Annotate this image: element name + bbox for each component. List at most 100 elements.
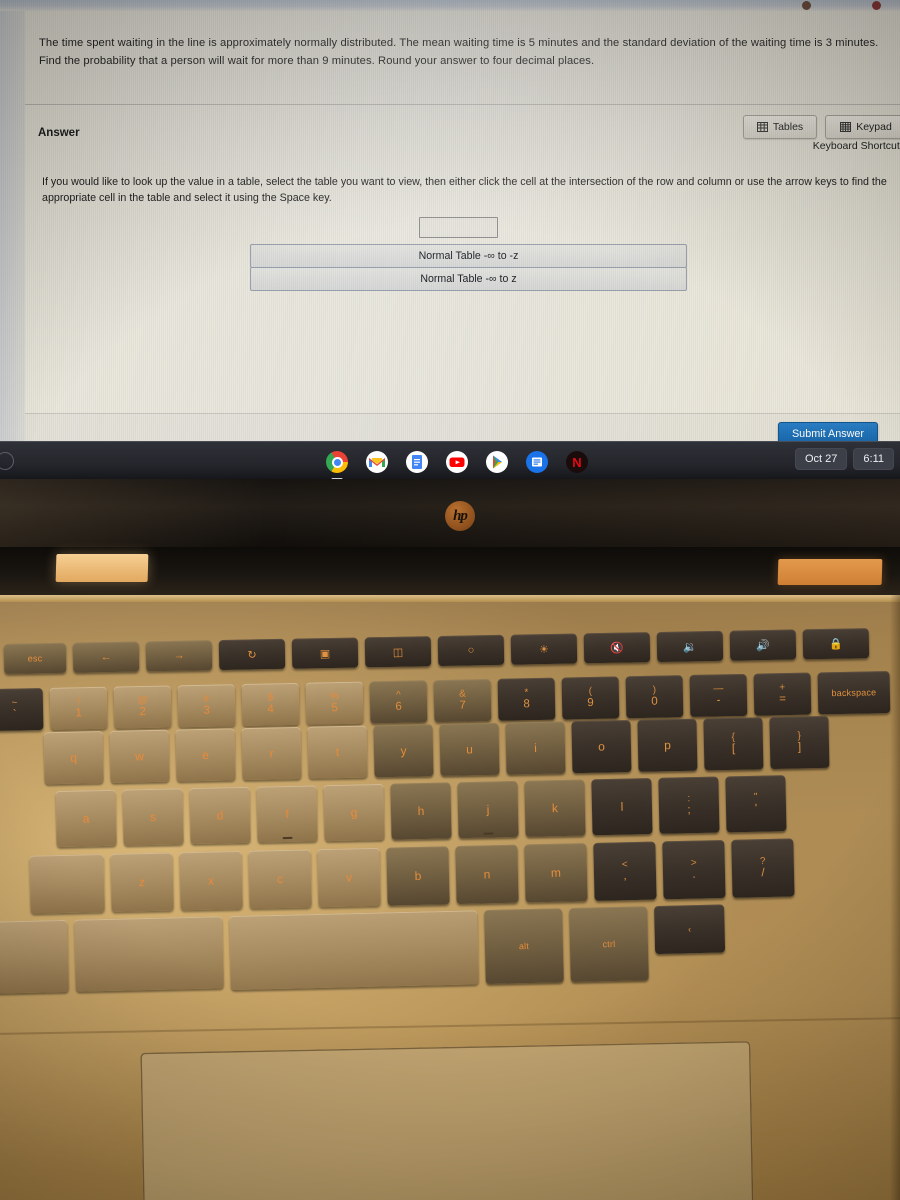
classroom-icon[interactable] (526, 451, 548, 473)
key-‹[interactable]: ‹ (654, 904, 726, 955)
key-num-`[interactable]: ~ ` (0, 688, 44, 732)
youtube-icon[interactable] (446, 451, 468, 473)
key-num-1[interactable]: ! 1 (49, 686, 108, 730)
key-num-7[interactable]: & 7 (433, 679, 492, 723)
normal-table-neg-z-button[interactable]: Normal Table -∞ to -z (250, 244, 687, 268)
deck-seam (0, 1017, 900, 1035)
key-label: x (207, 873, 215, 888)
key-h[interactable]: h (390, 782, 452, 840)
key-s[interactable]: s (122, 788, 184, 846)
key-q[interactable]: q (43, 731, 104, 785)
key-fn-6[interactable]: ○ (437, 634, 505, 667)
key-p[interactable]: p (637, 718, 698, 772)
key-fn-9[interactable]: 🔉 (656, 630, 724, 663)
key-num-backspace[interactable]: backspace (817, 671, 891, 715)
shelf-date[interactable]: Oct 27 (795, 448, 848, 470)
key-u[interactable]: u (439, 722, 500, 776)
key-g[interactable]: g (323, 783, 385, 842)
key-num-9[interactable]: (9 (561, 676, 620, 720)
key-?[interactable]: ? / (731, 838, 795, 898)
docs-icon[interactable] (406, 451, 428, 473)
key-fn-0[interactable]: esc (3, 642, 67, 674)
key-space[interactable] (229, 910, 479, 991)
normal-table-z-button[interactable]: Normal Table -∞ to z (250, 267, 687, 291)
key-i[interactable]: i (505, 721, 566, 775)
key-num--[interactable]: — - (689, 673, 748, 718)
key-label: (9 (587, 685, 594, 710)
key-label: & 7 (458, 688, 466, 712)
key-w[interactable]: w (109, 729, 170, 783)
trackpad[interactable] (140, 1041, 754, 1200)
key-d[interactable]: d (189, 786, 251, 845)
key-j[interactable]: j (457, 780, 519, 839)
key-fn-8[interactable]: 🔇 (583, 632, 651, 664)
key-t[interactable]: t (307, 725, 368, 779)
key-label: m (550, 865, 562, 880)
key-f[interactable]: f (256, 785, 318, 843)
gmail-icon[interactable] (366, 451, 388, 473)
key-{[interactable]: {[ (703, 717, 764, 771)
key-}[interactable]: }] (769, 715, 830, 770)
key-o[interactable]: o (571, 720, 632, 774)
key-shift-left[interactable] (29, 854, 105, 914)
key-alt[interactable]: alt (484, 908, 564, 985)
key-num-4[interactable]: $4 (241, 682, 300, 726)
keypad-button[interactable]: Keypad (825, 115, 900, 139)
key-m[interactable]: m (524, 843, 588, 903)
key-"[interactable]: " ' (725, 775, 787, 833)
key-num-8[interactable]: * 8 (497, 677, 556, 721)
key-num-3[interactable]: #3 (177, 684, 236, 728)
key-fn-5[interactable]: ◫ (364, 636, 432, 668)
key-c[interactable]: c (248, 849, 312, 909)
deck-right-edge (890, 595, 900, 1200)
key-<[interactable]: <, (593, 841, 657, 901)
key-fn-10[interactable]: 🔊 (729, 629, 797, 661)
shelf-time[interactable]: 6:11 (853, 448, 894, 470)
fn-key-label: ← (100, 651, 112, 664)
key-num-5[interactable]: % 5 (305, 681, 364, 725)
key-x[interactable]: x (179, 850, 243, 911)
key-num-=[interactable]: + = (753, 672, 812, 716)
key-fn-1[interactable]: ← (72, 641, 140, 673)
key-shift-left2[interactable] (74, 916, 224, 992)
key-fn-2[interactable]: → (145, 640, 213, 672)
key-ctrl-left[interactable] (0, 919, 69, 994)
table-grid-icon (756, 122, 768, 132)
key-y[interactable]: y (373, 724, 434, 778)
hinge-light-reflection-right (777, 559, 883, 585)
key-ctrl[interactable]: ctrl (569, 906, 649, 983)
key-label: a (82, 811, 90, 826)
shelf-status-area[interactable]: Oct 27 6:11 (795, 448, 894, 470)
key-fn-3[interactable]: ↻ (218, 638, 286, 671)
launcher-button[interactable] (0, 452, 14, 470)
key-v[interactable]: v (317, 847, 381, 908)
key-z[interactable]: z (110, 852, 174, 912)
key-label: — - (713, 683, 724, 707)
key-fn-7[interactable]: ☀ (510, 633, 578, 665)
key-e[interactable]: e (175, 728, 236, 782)
key-num-6[interactable]: ^ 6 (369, 680, 428, 724)
play-store-icon[interactable] (486, 451, 508, 473)
normal-table-z-label: Normal Table -∞ to z (420, 273, 517, 285)
key-:[interactable]: :; (658, 776, 720, 834)
key-a[interactable]: a (55, 789, 117, 848)
keyboard-bottom-row: z x c v b n m <, >. ? / (29, 838, 801, 914)
key-b[interactable]: b (386, 846, 450, 906)
answer-input[interactable] (419, 217, 498, 238)
key-l[interactable]: l (591, 778, 653, 836)
key-n[interactable]: n (455, 844, 519, 905)
key-fn-4[interactable]: ▣ (291, 637, 359, 669)
keyboard-shortcuts-link[interactable]: Keyboard Shortcuts (785, 140, 900, 152)
chrome-icon[interactable] (326, 451, 348, 480)
key-r[interactable]: r (241, 726, 302, 781)
key->[interactable]: >. (662, 839, 726, 900)
key-num-0[interactable]: ) 0 (625, 675, 684, 719)
key-k[interactable]: k (524, 779, 586, 837)
key-label: c (276, 872, 284, 887)
key-label: {[ (731, 731, 736, 756)
tables-button[interactable]: Tables (743, 115, 817, 139)
key-num-2[interactable]: @2 (113, 685, 172, 729)
netflix-icon[interactable]: N (566, 451, 588, 473)
normal-table-neg-z-label: Normal Table -∞ to -z (418, 250, 519, 262)
key-fn-11[interactable]: 🔒 (802, 628, 870, 660)
